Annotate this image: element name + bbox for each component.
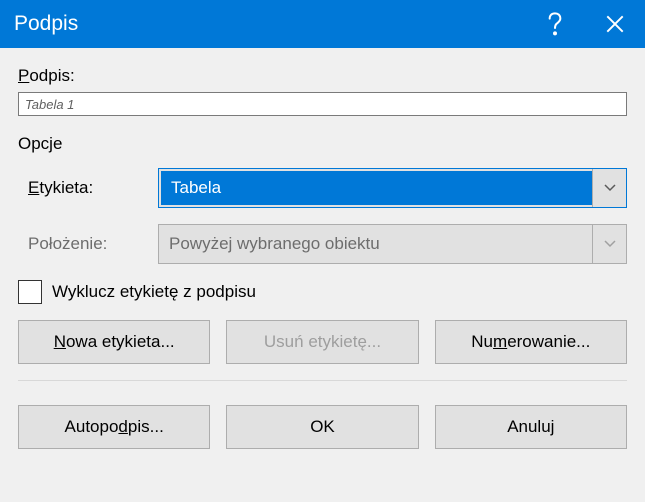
caption-input[interactable] (18, 92, 627, 116)
separator (18, 380, 627, 381)
titlebar: Podpis (0, 0, 645, 48)
polozenie-label: Położenie: (28, 234, 158, 254)
numbering-button[interactable]: Numerowanie... (435, 320, 627, 364)
polozenie-combo: Powyżej wybranego obiektu (158, 224, 627, 264)
etykieta-label: Etykieta: (28, 178, 158, 198)
exclude-checkbox-label: Wyklucz etykietę z podpisu (52, 282, 256, 302)
delete-label-button: Usuń etykietę... (226, 320, 418, 364)
etykieta-value: Tabela (161, 171, 592, 205)
dialog-title: Podpis (14, 12, 525, 36)
etykieta-combo[interactable]: Tabela (158, 168, 627, 208)
new-label-button[interactable]: Nowa etykieta... (18, 320, 210, 364)
close-button[interactable] (585, 0, 645, 48)
chevron-down-icon (592, 225, 626, 263)
dialog-body: Podpis: Opcje Etykieta: Tabela Położenie… (0, 48, 645, 502)
cancel-button[interactable]: Anuluj (435, 405, 627, 449)
caption-label: Podpis: (18, 66, 627, 86)
exclude-checkbox[interactable] (18, 280, 42, 304)
help-button[interactable] (525, 0, 585, 48)
options-group-label: Opcje (18, 134, 627, 154)
chevron-down-icon (592, 169, 626, 207)
autocaption-button[interactable]: Autopodpis... (18, 405, 210, 449)
polozenie-value: Powyżej wybranego obiektu (159, 225, 592, 263)
ok-button[interactable]: OK (226, 405, 418, 449)
exclude-checkbox-row[interactable]: Wyklucz etykietę z podpisu (18, 280, 627, 304)
